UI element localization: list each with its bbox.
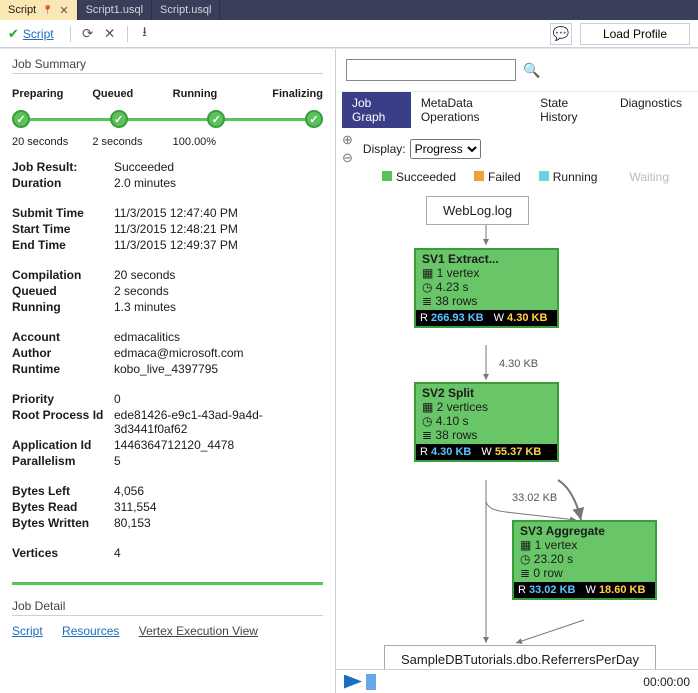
kv-value: 0 — [114, 392, 323, 406]
right-panel: 🔍 Job Graph MetaData Operations State Hi… — [336, 49, 698, 693]
zoom-in-icon[interactable]: ⊕ — [342, 132, 353, 148]
kv-value: 2.0 minutes — [114, 176, 323, 190]
kv-key: Root Process Id — [12, 408, 114, 436]
slider-thumb[interactable] — [366, 674, 376, 690]
job-summary-title: Job Summary — [12, 57, 323, 74]
kv-key: Running — [12, 300, 114, 314]
tab-script1-usql[interactable]: Script1.usql — [78, 0, 152, 20]
kv-key: Runtime — [12, 362, 114, 376]
kv-key: Compilation — [12, 268, 114, 282]
job-detail-links: Script Resources Vertex Execution View — [12, 624, 323, 638]
detail-script-link[interactable]: Script — [12, 624, 43, 638]
kv-key: Bytes Read — [12, 500, 114, 514]
tab-diagnostics[interactable]: Diagnostics — [610, 92, 692, 128]
kv-key: Bytes Left — [12, 484, 114, 498]
progress-bar — [12, 582, 323, 585]
kv-key: Start Time — [12, 222, 114, 236]
cancel-icon[interactable]: ✕ — [99, 23, 121, 45]
playback-row: 00:00:00 — [336, 669, 698, 693]
kv-key: Application Id — [12, 438, 114, 452]
search-input[interactable] — [346, 59, 516, 81]
close-icon[interactable]: ✕ — [59, 4, 68, 17]
check-icon: ✔ — [8, 26, 19, 42]
stage-track: ✓ ✓ ✓ ✓ — [12, 108, 323, 130]
kv-value: 5 — [114, 454, 323, 468]
display-select[interactable]: Progress — [410, 139, 481, 159]
kv-value: 4 — [114, 546, 323, 560]
kv-value: 11/3/2015 12:48:21 PM — [114, 222, 323, 236]
job-graph[interactable]: WebLog.log SV1 Extract...▦ 1 vertex◷ 4.2… — [336, 190, 698, 669]
display-label: Display: — [363, 142, 406, 156]
job-detail-title: Job Detail — [12, 599, 323, 616]
detail-resources-link[interactable]: Resources — [62, 624, 119, 638]
kv-key: Bytes Written — [12, 516, 114, 530]
left-panel: Job Summary Preparing Queued Running Fin… — [0, 49, 336, 693]
detail-vertex-link[interactable]: Vertex Execution View — [139, 624, 258, 638]
kv-key: Job Result: — [12, 160, 114, 174]
play-icon[interactable] — [344, 675, 362, 689]
pin-icon: 📍 — [42, 5, 53, 16]
kv-value: edmacalitics — [114, 330, 323, 344]
kv-key: Parallelism — [12, 454, 114, 468]
tab-script[interactable]: Script📍✕ — [0, 0, 78, 20]
kv-key: Submit Time — [12, 206, 114, 220]
kv-key: Account — [12, 330, 114, 344]
feedback-icon[interactable]: 💬 — [550, 23, 572, 45]
node-sv2[interactable]: SV2 Split▦ 2 vertices◷ 4.10 s≣ 38 rowsR … — [414, 382, 559, 462]
tab-script-usql[interactable]: Script.usql — [152, 0, 220, 20]
tab-state-history[interactable]: State History — [530, 92, 610, 128]
toolbar: ✔ Script ⟳ ✕ ⭳ 💬 Load Profile — [0, 20, 698, 48]
stage-labels: Preparing Queued Running Finalizing — [12, 88, 323, 100]
input-file-node[interactable]: WebLog.log — [426, 196, 529, 225]
kv-key: Priority — [12, 392, 114, 406]
kv-value: 1446364712120_4478 — [114, 438, 323, 452]
kv-value: kobo_live_4397795 — [114, 362, 323, 376]
kv-value: 311,554 — [114, 500, 323, 514]
kv-value: ede81426-e9c1-43ad-9a4d-3d3441f0af62 — [114, 408, 323, 436]
kv-value: 11/3/2015 12:47:40 PM — [114, 206, 323, 220]
script-link[interactable]: Script — [23, 27, 54, 41]
kv-value: edmaca@microsoft.com — [114, 346, 323, 360]
search-icon[interactable]: 🔍 — [520, 59, 544, 81]
kv-value: 80,153 — [114, 516, 323, 530]
legend: SucceededFailedRunningWaiting — [382, 170, 698, 190]
node-sv3[interactable]: SV3 Aggregate▦ 1 vertex◷ 23.20 s≣ 0 rowR… — [512, 520, 657, 600]
download-icon[interactable]: ⭳ — [134, 23, 156, 45]
kv-value: 4,056 — [114, 484, 323, 498]
job-result-block: Job Result:SucceededDuration2.0 minutes — [12, 160, 323, 192]
output-table-node[interactable]: SampleDBTutorials.dbo.ReferrersPerDay — [384, 645, 656, 669]
kv-key: Queued — [12, 284, 114, 298]
zoom-out-icon[interactable]: ⊖ — [342, 150, 353, 166]
kv-key: Vertices — [12, 546, 114, 560]
refresh-icon[interactable]: ⟳ — [77, 23, 99, 45]
node-sv1[interactable]: SV1 Extract...▦ 1 vertex◷ 4.23 s≣ 38 row… — [414, 248, 559, 328]
load-profile-button[interactable]: Load Profile — [580, 23, 690, 45]
tab-metadata-ops[interactable]: MetaData Operations — [411, 92, 530, 128]
kv-value: 2 seconds — [114, 284, 323, 298]
kv-value: 1.3 minutes — [114, 300, 323, 314]
kv-value: Succeeded — [114, 160, 323, 174]
editor-tabs: Script📍✕ Script1.usql Script.usql — [0, 0, 698, 20]
kv-value: 11/3/2015 12:49:37 PM — [114, 238, 323, 252]
right-tabs: Job Graph MetaData Operations State Hist… — [336, 92, 698, 128]
tab-job-graph[interactable]: Job Graph — [342, 92, 411, 128]
kv-key: Author — [12, 346, 114, 360]
playback-time: 00:00:00 — [643, 675, 690, 689]
kv-key: End Time — [12, 238, 114, 252]
kv-key: Duration — [12, 176, 114, 190]
kv-value: 20 seconds — [114, 268, 323, 282]
